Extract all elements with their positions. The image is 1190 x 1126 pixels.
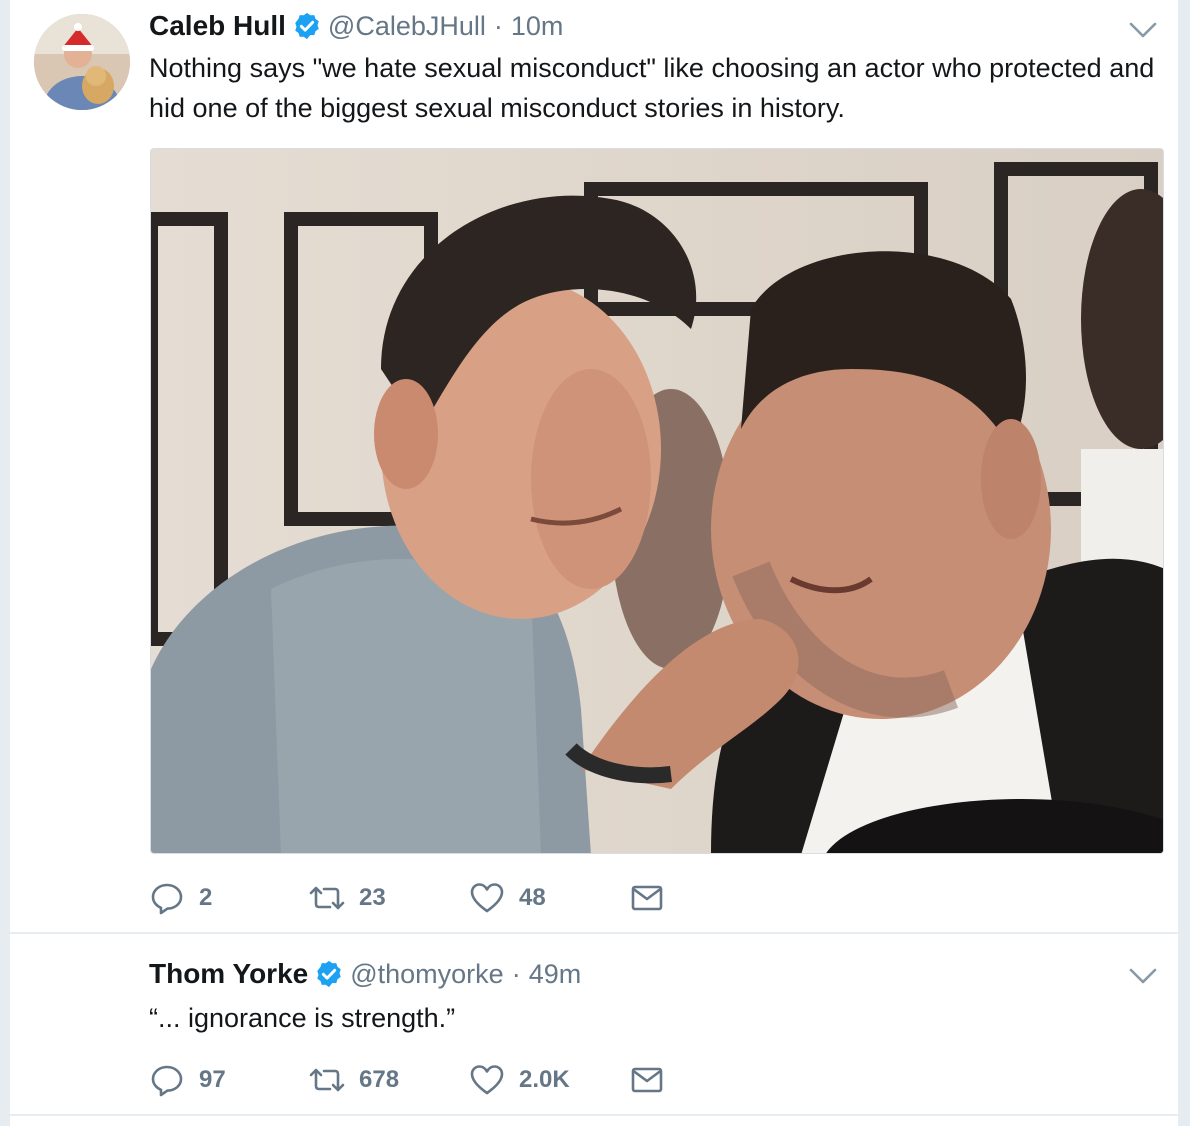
heart-icon	[470, 1065, 504, 1095]
author-name[interactable]: Caleb Hull	[149, 10, 286, 42]
reply-button[interactable]: 97	[149, 1060, 309, 1100]
author-handle[interactable]: @CalebJHull	[328, 11, 486, 42]
heart-icon	[470, 883, 504, 913]
like-count: 48	[519, 884, 546, 911]
like-button[interactable]: 48	[469, 878, 629, 918]
reply-icon	[151, 883, 183, 915]
retweet-button[interactable]: 23	[309, 878, 469, 918]
tweet-photo[interactable]	[150, 148, 1164, 854]
reply-icon	[151, 1065, 183, 1097]
timestamp[interactable]: 10m	[511, 11, 564, 42]
tweet[interactable]: Caleb Hull @CalebJHull · 10m Nothing say…	[10, 0, 1178, 934]
direct-message-button[interactable]	[629, 878, 789, 918]
chevron-down-icon[interactable]	[1128, 966, 1158, 986]
tweet-actions: 97 678 2.0K	[149, 1060, 789, 1100]
reply-count: 2	[199, 884, 213, 911]
verified-badge-icon	[295, 12, 319, 40]
retweet-count: 678	[359, 1066, 400, 1093]
envelope-icon	[631, 885, 663, 911]
like-count: 2.0K	[519, 1066, 570, 1093]
avatar[interactable]	[34, 14, 130, 110]
reply-count: 97	[199, 1066, 226, 1093]
envelope-icon	[631, 1067, 663, 1093]
timestamp[interactable]: 49m	[529, 959, 582, 990]
tweet-header: Caleb Hull @CalebJHull · 10m	[149, 6, 563, 46]
separator-dot: ·	[511, 958, 521, 989]
retweet-count: 23	[359, 884, 386, 911]
separator-dot: ·	[493, 10, 503, 41]
like-button[interactable]: 2.0K	[469, 1060, 629, 1100]
reply-button[interactable]: 2	[149, 878, 309, 918]
tweet[interactable]: Thom Yorke @thomyorke · 49m “... ignoran…	[10, 934, 1178, 1116]
retweet-icon	[309, 886, 345, 910]
author-handle[interactable]: @thomyorke	[350, 959, 503, 990]
chevron-down-icon[interactable]	[1128, 20, 1158, 40]
retweet-button[interactable]: 678	[309, 1060, 469, 1100]
tweet-text: “... ignorance is strength.”	[149, 1003, 456, 1033]
tweet-actions: 2 23 48	[149, 878, 789, 918]
verified-badge-icon	[317, 960, 341, 988]
tweet-header: Thom Yorke @thomyorke · 49m	[149, 954, 581, 994]
direct-message-button[interactable]	[629, 1060, 789, 1100]
retweet-icon	[309, 1068, 345, 1092]
author-name[interactable]: Thom Yorke	[149, 958, 308, 990]
tweet-text: Nothing says "we hate sexual misconduct"…	[149, 53, 1155, 123]
timeline: Caleb Hull @CalebJHull · 10m Nothing say…	[10, 0, 1178, 1126]
